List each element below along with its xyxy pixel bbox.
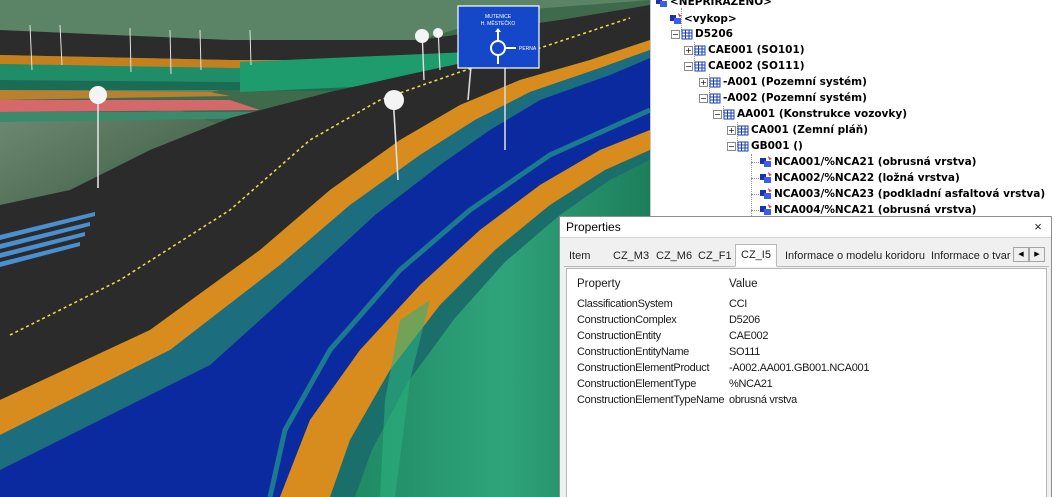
tree-node-label: NCA004/%NCA21 (obrusná vrstva)	[774, 204, 977, 216]
tab-cz-f1[interactable]: CZ_F1	[693, 247, 737, 266]
column-header-value: Value	[729, 278, 758, 290]
expand-toggle[interactable]: +	[727, 125, 736, 135]
element-icon	[759, 172, 773, 184]
property-value: -A002.AA001.GB001.NCA001	[729, 362, 870, 374]
collapse-toggle[interactable]: −	[713, 109, 722, 119]
tree-node-nca003[interactable]: NCA003/%NCA23 (podkladní asfaltová vrstv…	[759, 186, 1045, 202]
folder-grid-icon	[737, 141, 749, 152]
tree-node-label: CAE001 (SO101)	[708, 44, 805, 56]
property-value: %NCA21	[729, 378, 773, 390]
property-name: ClassificationSystem	[577, 298, 673, 310]
property-name: ConstructionEntity	[577, 330, 661, 342]
tree-node-label: GB001 ()	[751, 140, 803, 152]
expand-toggle[interactable]: +	[684, 45, 693, 55]
tab-cz-m3[interactable]: CZ_M3	[608, 247, 654, 266]
column-header-property: Property	[577, 278, 621, 290]
tree-node-nca001[interactable]: NCA001/%NCA21 (obrusná vrstva)	[759, 154, 976, 170]
property-value: SO111	[729, 346, 761, 358]
sign-line-1: MUTENICE	[485, 14, 512, 20]
tree-node-label: NCA003/%NCA23 (podkladní asfaltová vrstv…	[774, 188, 1046, 200]
folder-grid-icon	[737, 125, 749, 136]
tree-node-label: <vykop>	[684, 13, 737, 25]
folder-grid-icon	[709, 77, 721, 88]
folder-grid-icon	[723, 109, 735, 120]
folder-grid-icon	[709, 93, 721, 104]
expand-toggle[interactable]: +	[699, 77, 708, 87]
tab-cz-i5[interactable]: CZ_I5	[735, 244, 777, 267]
property-value: D5206	[729, 314, 760, 326]
element-icon	[669, 13, 683, 25]
element-icon	[759, 204, 773, 216]
tab-informace-o-modelu-koridoru[interactable]: Informace o modelu koridoru	[780, 247, 930, 266]
property-name: ConstructionComplex	[577, 314, 677, 326]
scroll-right-icon[interactable]: ▶	[1029, 247, 1045, 262]
collapse-toggle[interactable]: −	[727, 141, 736, 151]
properties-titlebar[interactable]: Properties	[560, 217, 1051, 238]
road-model-render: MUTENICE H. MĚSTEČKO PERNA	[0, 0, 650, 497]
tree-node-label: D5206	[695, 28, 733, 40]
property-tab-strip: Item CZ_M3 CZ_M6 CZ_F1 CZ_I5 Informace o…	[564, 243, 1049, 267]
property-grid-panel: Property Value ClassificationSystem CCI …	[566, 268, 1047, 497]
tree-node-label: <NEPRIRAZENO>	[670, 0, 772, 8]
property-name: ConstructionEntityName	[577, 346, 690, 358]
tree-node-label: NCA002/%NCA22 (ložná vrstva)	[774, 172, 960, 184]
property-value: CCI	[729, 298, 748, 310]
folder-grid-icon	[694, 61, 706, 72]
tree-node-label: NCA001/%NCA21 (obrusná vrstva)	[774, 156, 977, 168]
tree-node-ca001[interactable]: + CA001 (Zemní pláň)	[727, 122, 868, 138]
element-icon	[759, 156, 773, 168]
tree-node-label: -A002 (Pozemní systém)	[723, 92, 867, 104]
properties-title: Properties	[566, 220, 621, 234]
sign-arrow-label: PERNA	[519, 46, 537, 52]
tree-node-d5206[interactable]: − D5206	[671, 26, 733, 42]
tree-node-a001[interactable]: + -A001 (Pozemní systém)	[699, 74, 867, 90]
collapse-toggle[interactable]: −	[671, 29, 680, 39]
close-icon[interactable]: ×	[1031, 220, 1045, 234]
tree-node-label: AA001 (Konstrukce vozovky)	[737, 108, 908, 120]
property-name: ConstructionElementProduct	[577, 362, 710, 374]
tree-node-label: -A001 (Pozemní systém)	[723, 76, 867, 88]
tree-node-aa001[interactable]: − AA001 (Konstrukce vozovky)	[713, 106, 907, 122]
tree-node-label: CA001 (Zemní pláň)	[751, 124, 869, 136]
tree-node-gb001[interactable]: − GB001 ()	[727, 138, 803, 154]
folder-grid-icon	[681, 29, 693, 40]
tree-node-cae001[interactable]: + CAE001 (SO101)	[684, 42, 805, 58]
tab-cz-m6[interactable]: CZ_M6	[651, 247, 697, 266]
scroll-left-icon[interactable]: ◀	[1013, 247, 1029, 262]
tree-node-a002[interactable]: − -A002 (Pozemní systém)	[699, 90, 867, 106]
tree-node-cae002[interactable]: − CAE002 (SO111)	[684, 58, 805, 74]
tab-item[interactable]: Item	[564, 247, 595, 266]
element-icon	[759, 188, 773, 200]
sign-line-2: H. MĚSTEČKO	[481, 19, 516, 27]
element-icon	[655, 0, 669, 8]
tree-node-vykop[interactable]: <vykop>	[669, 11, 737, 27]
collapse-toggle[interactable]: −	[699, 93, 708, 103]
tree-guide-line	[751, 154, 752, 224]
folder-grid-icon	[694, 45, 706, 56]
tab-informace-o-tvar[interactable]: Informace o tvar	[926, 247, 1015, 266]
tree-node-neprirazeno[interactable]: <NEPRIRAZENO>	[655, 0, 772, 10]
3d-viewport[interactable]: MUTENICE H. MĚSTEČKO PERNA	[0, 0, 650, 497]
property-value: CAE002	[729, 330, 769, 342]
property-name: ConstructionElementTypeName	[577, 394, 725, 406]
property-value: obrusná vrstva	[729, 394, 797, 406]
property-name: ConstructionElementType	[577, 378, 697, 390]
collapse-toggle[interactable]: −	[684, 61, 693, 71]
tab-scroll-buttons: ◀ ▶	[1013, 247, 1045, 262]
properties-window[interactable]: Properties × Item CZ_M3 CZ_M6 CZ_F1 CZ_I…	[559, 216, 1052, 497]
tree-node-label: CAE002 (SO111)	[708, 60, 805, 72]
tree-node-nca002[interactable]: NCA002/%NCA22 (ložná vrstva)	[759, 170, 960, 186]
